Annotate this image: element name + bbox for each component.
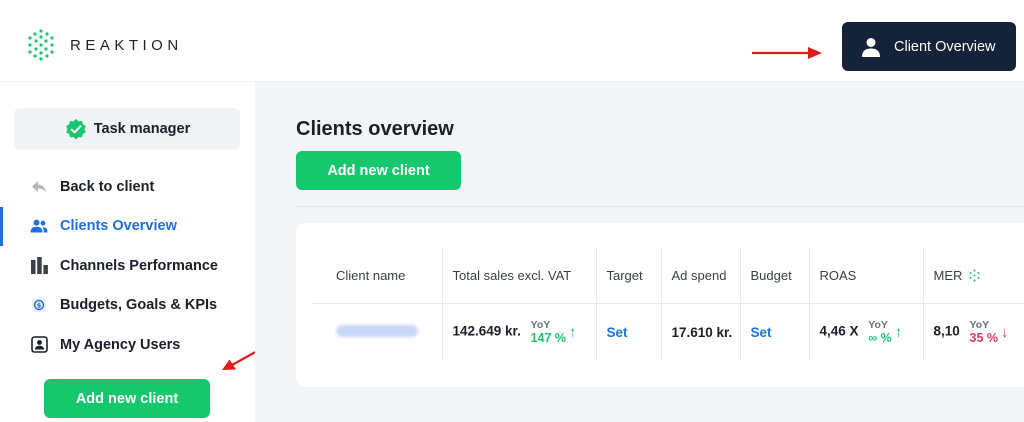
set-target-link[interactable]: Set: [607, 325, 628, 340]
users-icon: [30, 217, 48, 235]
sidebar-item-label: Budgets, Goals & KPIs: [60, 297, 218, 314]
column-header-mer[interactable]: MER: [922, 248, 1024, 304]
set-budget-link[interactable]: Set: [751, 325, 772, 340]
sidebar-item-back-to-client[interactable]: Back to client: [0, 167, 255, 207]
clients-table: Client name Total sales excl. VAT Target…: [312, 248, 1024, 361]
back-arrow-icon: [30, 178, 48, 196]
user-card-icon: [30, 336, 48, 354]
total-sales-cell: 142.649 kr. YoY 147 % ↑: [441, 302, 597, 361]
trend-down-icon: ↓: [1001, 323, 1009, 341]
sidebar-item-label: Back to client: [60, 178, 155, 195]
mer-yoy: YoY 35 %: [969, 319, 999, 346]
task-manager-button[interactable]: Task manager: [14, 108, 240, 150]
main-content: Clients overview Add new client Client n…: [255, 82, 1024, 422]
add-new-client-button[interactable]: Add new client: [296, 151, 461, 190]
trend-up-icon: ↑: [894, 323, 903, 341]
budget-cell: Set: [739, 302, 810, 361]
top-bar: REAKTION Client Overview: [0, 0, 1024, 82]
roas-value: 4,46 X: [819, 323, 859, 339]
clients-table-card: Client name Total sales excl. VAT Target…: [296, 223, 1024, 387]
divider: [296, 206, 1024, 207]
user-icon: [862, 37, 880, 57]
client-overview-label: Client Overview: [894, 38, 996, 55]
table-header-row: Client name Total sales excl. VAT Target…: [312, 248, 1024, 304]
sidebar-add-new-client-button[interactable]: Add new client: [44, 379, 210, 418]
blurred-client-name: [336, 324, 418, 337]
sidebar-nav: Back to client Clients Overview Channels…: [0, 167, 255, 365]
sidebar: Task manager Back to client Clients Over…: [0, 82, 255, 422]
coin-icon: $: [30, 296, 48, 314]
sidebar-item-clients-overview[interactable]: Clients Overview: [0, 206, 255, 247]
verified-check-icon: [65, 119, 86, 140]
column-header-total-sales[interactable]: Total sales excl. VAT: [441, 248, 597, 304]
reaktion-mini-logo-icon: [969, 269, 980, 282]
ad-spend-cell: 17.610 kr.: [660, 302, 741, 361]
logo-text: REAKTION: [70, 36, 183, 54]
svg-text:$: $: [37, 302, 42, 310]
sidebar-item-budgets-goals-kpis[interactable]: $ Budgets, Goals & KPIs: [0, 286, 255, 326]
table-row[interactable]: 142.649 kr. YoY 147 % ↑ Set 17.610 kr. S…: [312, 302, 1024, 361]
mer-cell: 8,10 YoY 35 % ↓: [922, 302, 1024, 361]
target-cell: Set: [595, 302, 662, 361]
sidebar-item-label: Clients Overview: [60, 218, 177, 235]
roas-yoy: YoY ∞ %: [868, 319, 892, 346]
sidebar-item-label: Channels Performance: [60, 257, 218, 274]
sidebar-item-label: My Agency Users: [60, 336, 181, 353]
mer-label: MER: [933, 267, 963, 283]
task-manager-label: Task manager: [93, 121, 191, 137]
client-name-cell[interactable]: [312, 302, 443, 361]
total-sales-value: 142.649 kr.: [452, 323, 521, 339]
reaktion-logo-icon: [28, 29, 54, 61]
column-header-ad-spend[interactable]: Ad spend: [660, 248, 741, 304]
bar-chart-icon: [30, 257, 48, 275]
logo[interactable]: REAKTION: [24, 28, 183, 62]
roas-cell: 4,46 X YoY ∞ % ↑: [808, 302, 924, 361]
client-overview-button[interactable]: Client Overview: [842, 22, 1016, 71]
column-header-roas[interactable]: ROAS: [808, 248, 924, 304]
trend-up-icon: ↑: [569, 323, 577, 341]
page-title: Clients overview: [296, 118, 454, 140]
annotation-arrow-right-icon: [752, 47, 822, 59]
total-sales-yoy: YoY 147 %: [530, 319, 567, 346]
column-header-target[interactable]: Target: [595, 248, 662, 304]
column-header-client-name[interactable]: Client name: [312, 248, 443, 304]
sidebar-item-my-agency-users[interactable]: My Agency Users: [0, 325, 255, 365]
sidebar-item-channels-performance[interactable]: Channels Performance: [0, 246, 255, 286]
mer-value: 8,10: [933, 323, 960, 339]
column-header-budget[interactable]: Budget: [739, 248, 810, 304]
